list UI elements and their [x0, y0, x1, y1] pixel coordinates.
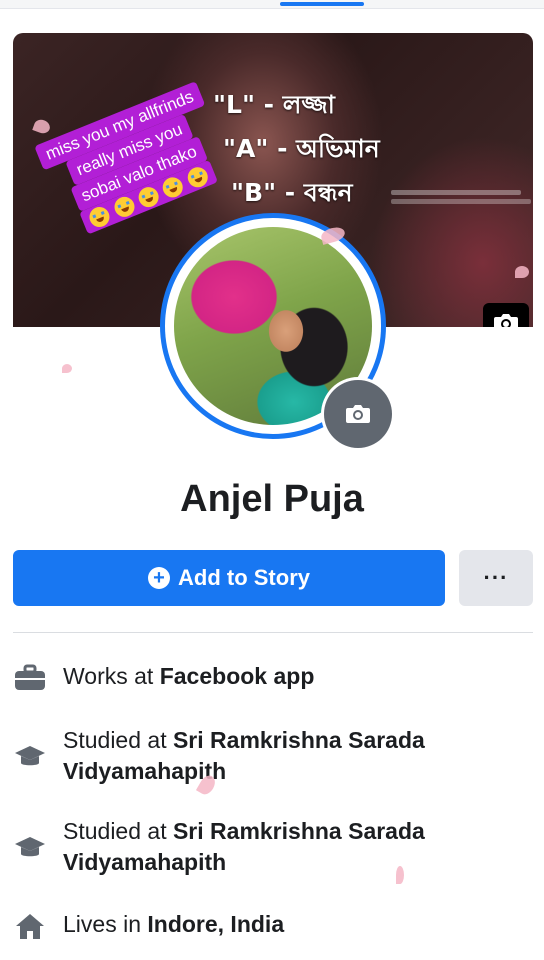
cover-camera-button[interactable]: [483, 303, 529, 327]
detail-value-link[interactable]: Indore, India: [147, 911, 284, 937]
petal-decoration: [396, 866, 404, 884]
detail-prefix: Studied at: [63, 818, 173, 844]
petal-decoration: [62, 364, 72, 373]
crying-face-emoji: [184, 164, 211, 191]
active-tab-indicator: [280, 2, 364, 6]
profile-name: Anjel Puja: [180, 478, 364, 520]
crying-face-emoji: [135, 184, 162, 211]
cover-watermark: [391, 190, 531, 204]
graduation-cap-icon: [13, 831, 47, 865]
detail-prefix: Works at: [63, 663, 160, 689]
add-to-story-button[interactable]: + Add to Story: [13, 550, 445, 606]
graduation-cap-icon: [13, 740, 47, 774]
camera-icon: [494, 314, 518, 327]
petal-decoration: [515, 266, 529, 278]
crying-face-emoji: [111, 194, 138, 221]
detail-education: Studied at Sri Ramkrishna Sarada Vidyama…: [13, 816, 533, 880]
detail-prefix: Lives in: [63, 911, 148, 937]
detail-lives-in: Lives in Indore, India: [13, 909, 533, 943]
camera-icon: [346, 405, 370, 423]
plus-icon: +: [148, 567, 170, 589]
home-icon: [13, 909, 47, 943]
add-to-story-label: Add to Story: [178, 565, 310, 590]
divider: [13, 632, 533, 633]
more-options-button[interactable]: ···: [459, 550, 533, 606]
detail-prefix: Studied at: [63, 727, 173, 753]
crying-face-emoji: [86, 203, 113, 230]
cover-text-line: "B" - বন্ধন: [231, 178, 353, 207]
detail-value-link[interactable]: Facebook app: [160, 663, 315, 689]
crying-face-emoji: [160, 174, 187, 201]
top-tab-bar: [0, 0, 544, 9]
briefcase-icon: [13, 661, 47, 695]
detail-education: Studied at Sri Ramkrishna Sarada Vidyama…: [13, 725, 533, 789]
detail-work: Works at Facebook app: [13, 661, 533, 695]
avatar-camera-button[interactable]: [324, 380, 392, 448]
